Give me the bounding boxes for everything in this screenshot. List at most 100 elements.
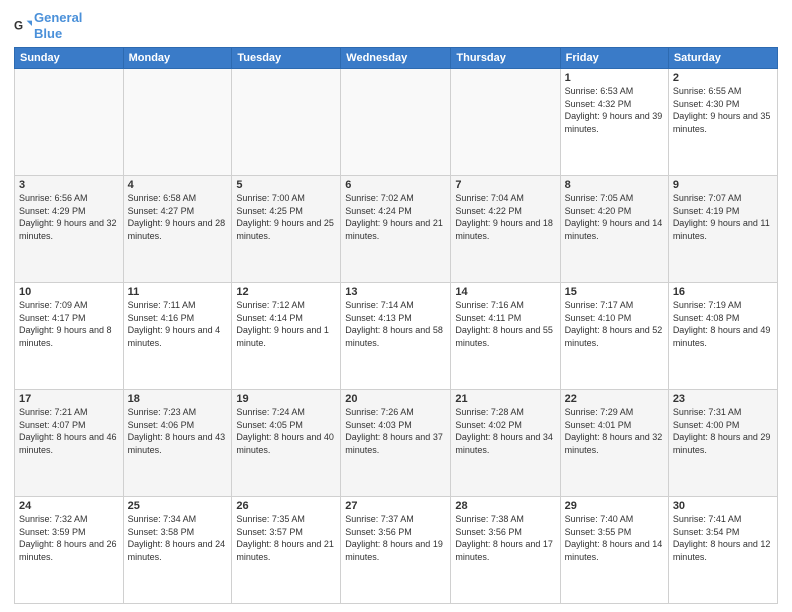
cell-details: Sunrise: 7:37 AM Sunset: 3:56 PM Dayligh… <box>345 513 446 563</box>
calendar-cell: 8Sunrise: 7:05 AM Sunset: 4:20 PM Daylig… <box>560 176 668 283</box>
calendar-cell <box>232 69 341 176</box>
day-number: 11 <box>128 286 228 298</box>
header-cell: Friday <box>560 48 668 69</box>
day-number: 24 <box>19 500 119 512</box>
calendar-cell: 28Sunrise: 7:38 AM Sunset: 3:56 PM Dayli… <box>451 497 560 604</box>
day-number: 7 <box>455 179 555 191</box>
day-number: 27 <box>345 500 446 512</box>
day-number: 20 <box>345 393 446 405</box>
day-number: 1 <box>565 72 664 84</box>
calendar-table: SundayMondayTuesdayWednesdayThursdayFrid… <box>14 47 778 604</box>
day-number: 10 <box>19 286 119 298</box>
day-number: 16 <box>673 286 773 298</box>
day-number: 26 <box>236 500 336 512</box>
day-number: 13 <box>345 286 446 298</box>
cell-details: Sunrise: 7:32 AM Sunset: 3:59 PM Dayligh… <box>19 513 119 563</box>
calendar-week-row: 1Sunrise: 6:53 AM Sunset: 4:32 PM Daylig… <box>15 69 778 176</box>
cell-details: Sunrise: 7:04 AM Sunset: 4:22 PM Dayligh… <box>455 192 555 242</box>
cell-details: Sunrise: 7:21 AM Sunset: 4:07 PM Dayligh… <box>19 406 119 456</box>
calendar-cell: 9Sunrise: 7:07 AM Sunset: 4:19 PM Daylig… <box>668 176 777 283</box>
calendar-cell: 30Sunrise: 7:41 AM Sunset: 3:54 PM Dayli… <box>668 497 777 604</box>
cell-details: Sunrise: 7:29 AM Sunset: 4:01 PM Dayligh… <box>565 406 664 456</box>
calendar-cell: 21Sunrise: 7:28 AM Sunset: 4:02 PM Dayli… <box>451 390 560 497</box>
cell-details: Sunrise: 7:19 AM Sunset: 4:08 PM Dayligh… <box>673 299 773 349</box>
logo-icon: G <box>14 17 32 35</box>
cell-details: Sunrise: 7:02 AM Sunset: 4:24 PM Dayligh… <box>345 192 446 242</box>
day-number: 3 <box>19 179 119 191</box>
cell-details: Sunrise: 7:35 AM Sunset: 3:57 PM Dayligh… <box>236 513 336 563</box>
day-number: 6 <box>345 179 446 191</box>
cell-details: Sunrise: 7:38 AM Sunset: 3:56 PM Dayligh… <box>455 513 555 563</box>
cell-details: Sunrise: 7:00 AM Sunset: 4:25 PM Dayligh… <box>236 192 336 242</box>
calendar-cell: 13Sunrise: 7:14 AM Sunset: 4:13 PM Dayli… <box>341 283 451 390</box>
calendar-week-row: 24Sunrise: 7:32 AM Sunset: 3:59 PM Dayli… <box>15 497 778 604</box>
day-number: 23 <box>673 393 773 405</box>
cell-details: Sunrise: 7:26 AM Sunset: 4:03 PM Dayligh… <box>345 406 446 456</box>
day-number: 18 <box>128 393 228 405</box>
day-number: 15 <box>565 286 664 298</box>
calendar-cell <box>15 69 124 176</box>
calendar-cell: 23Sunrise: 7:31 AM Sunset: 4:00 PM Dayli… <box>668 390 777 497</box>
calendar-cell: 12Sunrise: 7:12 AM Sunset: 4:14 PM Dayli… <box>232 283 341 390</box>
calendar-cell: 7Sunrise: 7:04 AM Sunset: 4:22 PM Daylig… <box>451 176 560 283</box>
day-number: 28 <box>455 500 555 512</box>
calendar-cell: 10Sunrise: 7:09 AM Sunset: 4:17 PM Dayli… <box>15 283 124 390</box>
cell-details: Sunrise: 7:14 AM Sunset: 4:13 PM Dayligh… <box>345 299 446 349</box>
calendar-cell: 6Sunrise: 7:02 AM Sunset: 4:24 PM Daylig… <box>341 176 451 283</box>
cell-details: Sunrise: 6:55 AM Sunset: 4:30 PM Dayligh… <box>673 85 773 135</box>
cell-details: Sunrise: 7:28 AM Sunset: 4:02 PM Dayligh… <box>455 406 555 456</box>
calendar-cell: 22Sunrise: 7:29 AM Sunset: 4:01 PM Dayli… <box>560 390 668 497</box>
calendar-cell <box>123 69 232 176</box>
calendar-cell: 24Sunrise: 7:32 AM Sunset: 3:59 PM Dayli… <box>15 497 124 604</box>
svg-text:G: G <box>14 19 23 32</box>
cell-details: Sunrise: 6:56 AM Sunset: 4:29 PM Dayligh… <box>19 192 119 242</box>
calendar-cell: 3Sunrise: 6:56 AM Sunset: 4:29 PM Daylig… <box>15 176 124 283</box>
calendar-cell: 19Sunrise: 7:24 AM Sunset: 4:05 PM Dayli… <box>232 390 341 497</box>
header-cell: Thursday <box>451 48 560 69</box>
calendar-cell: 18Sunrise: 7:23 AM Sunset: 4:06 PM Dayli… <box>123 390 232 497</box>
calendar-cell: 26Sunrise: 7:35 AM Sunset: 3:57 PM Dayli… <box>232 497 341 604</box>
cell-details: Sunrise: 7:09 AM Sunset: 4:17 PM Dayligh… <box>19 299 119 349</box>
header-cell: Sunday <box>15 48 124 69</box>
calendar-cell <box>341 69 451 176</box>
cell-details: Sunrise: 7:34 AM Sunset: 3:58 PM Dayligh… <box>128 513 228 563</box>
day-number: 22 <box>565 393 664 405</box>
calendar-cell: 16Sunrise: 7:19 AM Sunset: 4:08 PM Dayli… <box>668 283 777 390</box>
calendar-cell: 17Sunrise: 7:21 AM Sunset: 4:07 PM Dayli… <box>15 390 124 497</box>
cell-details: Sunrise: 7:05 AM Sunset: 4:20 PM Dayligh… <box>565 192 664 242</box>
day-number: 25 <box>128 500 228 512</box>
calendar-cell: 27Sunrise: 7:37 AM Sunset: 3:56 PM Dayli… <box>341 497 451 604</box>
page: G General Blue SundayMondayTuesdayWednes… <box>0 0 792 612</box>
day-number: 29 <box>565 500 664 512</box>
header-cell: Monday <box>123 48 232 69</box>
day-number: 9 <box>673 179 773 191</box>
cell-details: Sunrise: 7:31 AM Sunset: 4:00 PM Dayligh… <box>673 406 773 456</box>
calendar-week-row: 10Sunrise: 7:09 AM Sunset: 4:17 PM Dayli… <box>15 283 778 390</box>
header-row: SundayMondayTuesdayWednesdayThursdayFrid… <box>15 48 778 69</box>
header-cell: Saturday <box>668 48 777 69</box>
day-number: 17 <box>19 393 119 405</box>
day-number: 5 <box>236 179 336 191</box>
cell-details: Sunrise: 7:11 AM Sunset: 4:16 PM Dayligh… <box>128 299 228 349</box>
calendar-cell: 11Sunrise: 7:11 AM Sunset: 4:16 PM Dayli… <box>123 283 232 390</box>
logo-text: General Blue <box>34 10 82 41</box>
header: G General Blue <box>14 10 778 41</box>
calendar-cell: 1Sunrise: 6:53 AM Sunset: 4:32 PM Daylig… <box>560 69 668 176</box>
header-cell: Tuesday <box>232 48 341 69</box>
calendar-week-row: 17Sunrise: 7:21 AM Sunset: 4:07 PM Dayli… <box>15 390 778 497</box>
cell-details: Sunrise: 7:24 AM Sunset: 4:05 PM Dayligh… <box>236 406 336 456</box>
logo: G General Blue <box>14 10 82 41</box>
header-cell: Wednesday <box>341 48 451 69</box>
calendar-week-row: 3Sunrise: 6:56 AM Sunset: 4:29 PM Daylig… <box>15 176 778 283</box>
day-number: 19 <box>236 393 336 405</box>
calendar-cell <box>451 69 560 176</box>
day-number: 8 <box>565 179 664 191</box>
day-number: 30 <box>673 500 773 512</box>
cell-details: Sunrise: 6:58 AM Sunset: 4:27 PM Dayligh… <box>128 192 228 242</box>
calendar-cell: 14Sunrise: 7:16 AM Sunset: 4:11 PM Dayli… <box>451 283 560 390</box>
day-number: 2 <box>673 72 773 84</box>
cell-details: Sunrise: 7:16 AM Sunset: 4:11 PM Dayligh… <box>455 299 555 349</box>
cell-details: Sunrise: 7:12 AM Sunset: 4:14 PM Dayligh… <box>236 299 336 349</box>
cell-details: Sunrise: 7:07 AM Sunset: 4:19 PM Dayligh… <box>673 192 773 242</box>
calendar-cell: 20Sunrise: 7:26 AM Sunset: 4:03 PM Dayli… <box>341 390 451 497</box>
